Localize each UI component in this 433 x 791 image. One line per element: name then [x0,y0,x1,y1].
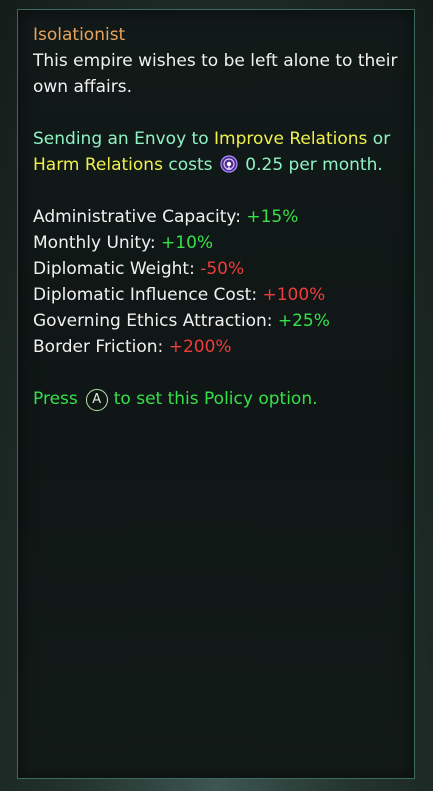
stat-administrative-capacity: Administrative Capacity: +15% [33,204,403,230]
envoy-text-part3: costs [162,155,218,175]
stat-value: +15% [246,207,299,227]
influence-icon [220,155,238,173]
hint-rest-text: to set this Policy option. [113,389,318,409]
policy-description: This empire wishes to be left alone to t… [33,51,398,97]
stat-governing-ethics-attraction: Governing Ethics Attraction: +25% [33,308,403,334]
a-button-icon: A [85,389,108,411]
policy-tooltip: Isolationist This empire wishes to be le… [17,9,415,779]
stat-value: -50% [200,259,245,279]
stat-monthly-unity: Monthly Unity: +10% [33,230,403,256]
stat-diplomatic-influence-cost: Diplomatic Influence Cost: +100% [33,282,403,308]
stat-label: Governing Ethics Attraction: [33,311,278,331]
envoy-text-part2: or [367,129,391,149]
stat-value: +100% [262,285,326,305]
tooltip-content: Isolationist This empire wishes to be le… [33,22,403,412]
set-policy-hint: Press Ato set this Policy option. [33,386,403,412]
envoy-cost-value: 0.25 per month. [245,155,383,175]
harm-relations-label: Harm Relations [33,155,163,175]
stat-border-friction: Border Friction: +200% [33,334,403,360]
policy-title: Isolationist [33,25,126,45]
stat-value: +25% [277,311,330,331]
stat-value: +200% [168,337,232,357]
stat-label: Border Friction: [33,337,169,357]
stat-label: Diplomatic Weight: [33,259,201,279]
envoy-text-part1: Sending an Envoy to [33,129,215,149]
hint-press-text: Press [33,389,78,409]
improve-relations-label: Improve Relations [214,129,368,149]
stat-value: +10% [161,233,214,253]
stat-label: Monthly Unity: [33,233,162,253]
stats-list: Administrative Capacity: +15% Monthly Un… [33,204,403,360]
stat-diplomatic-weight: Diplomatic Weight: -50% [33,256,403,282]
envoy-cost-text: Sending an Envoy to Improve Relations or… [33,126,403,178]
stat-label: Diplomatic Influence Cost: [33,285,263,305]
screen-background: Isolationist This empire wishes to be le… [0,0,433,791]
stat-label: Administrative Capacity: [33,207,247,227]
